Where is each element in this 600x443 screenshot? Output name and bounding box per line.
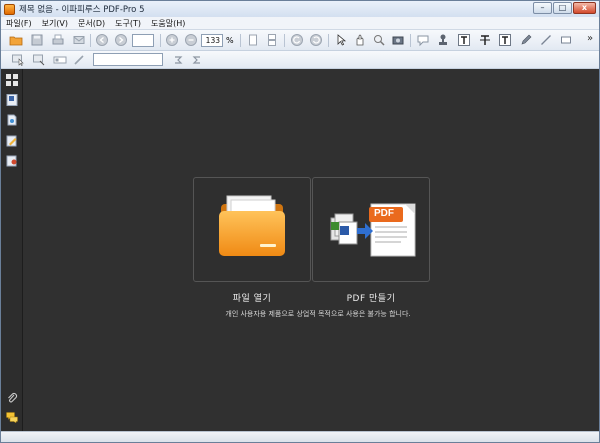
toolbar-overflow-button[interactable]: »: [587, 33, 593, 44]
link-tool-icon[interactable]: [72, 53, 86, 67]
folder-icon: [219, 195, 285, 256]
snapshot-icon[interactable]: [391, 33, 405, 47]
form-edit-icon[interactable]: [32, 53, 46, 67]
search-previous-icon[interactable]: [171, 53, 185, 67]
workspace: 파일 열기 PDF PDF 만들기 개인 사용자용 제품으로 상업적 목적으로 …: [23, 69, 599, 431]
open-file-card[interactable]: [193, 177, 311, 282]
layers-icon[interactable]: [6, 155, 18, 167]
window-title: 제목 없음 - 이파피루스 PDF-Pro 5: [19, 5, 145, 15]
create-pdf-card[interactable]: PDF: [312, 177, 430, 282]
main-toolbar: 133 % »: [1, 30, 599, 51]
search-field[interactable]: [93, 53, 163, 66]
comments-icon[interactable]: [6, 411, 18, 423]
minimize-icon: –: [540, 3, 545, 12]
rectangle-tool-icon[interactable]: [559, 33, 573, 47]
minimize-button[interactable]: –: [533, 2, 552, 14]
marquee-zoom-icon[interactable]: [372, 33, 386, 47]
note-icon[interactable]: [416, 33, 430, 47]
maximize-icon: □: [558, 3, 567, 12]
stamp-icon[interactable]: [436, 33, 450, 47]
menu-file[interactable]: 파일(F): [1, 18, 37, 29]
page-number-field[interactable]: [132, 34, 154, 47]
pdf-badge-label: PDF: [374, 208, 394, 219]
maximize-button[interactable]: □: [553, 2, 572, 14]
menu-view[interactable]: 보기(V): [37, 18, 73, 29]
license-notice: 개인 사용자용 제품으로 상업적 목적으로 사용은 불가능 합니다.: [225, 310, 411, 318]
close-button[interactable]: x: [573, 2, 596, 14]
open-file-label[interactable]: 파일 열기: [193, 291, 311, 304]
status-bar: [1, 431, 599, 442]
open-folder-icon[interactable]: [9, 33, 23, 47]
form-select-icon[interactable]: [11, 53, 25, 67]
bookmarks-icon[interactable]: [6, 94, 18, 106]
zoom-in-icon[interactable]: [165, 33, 179, 47]
app-icon[interactable]: [4, 3, 15, 15]
search-next-icon[interactable]: [190, 53, 204, 67]
print-icon[interactable]: [51, 33, 65, 47]
save-icon[interactable]: [30, 33, 44, 47]
form-field-icon[interactable]: [53, 53, 67, 67]
close-icon: x: [581, 3, 588, 12]
zoom-out-icon[interactable]: [184, 33, 198, 47]
secondary-toolbar: [1, 51, 599, 69]
create-pdf-icon: [330, 203, 416, 257]
typewriter-text-icon[interactable]: [498, 33, 512, 47]
rotate-right-icon[interactable]: [309, 33, 323, 47]
previous-page-icon[interactable]: [95, 33, 109, 47]
single-page-icon[interactable]: [246, 33, 260, 47]
text-box-icon[interactable]: [457, 33, 471, 47]
attachments-list-icon[interactable]: [6, 114, 18, 126]
application-window: 제목 없음 - 이파피루스 PDF-Pro 5 – □ x 파일(F) 보기(V…: [0, 0, 600, 443]
menu-bar: 파일(F) 보기(V) 문서(D) 도구(T) 도움말(H): [1, 17, 599, 30]
window-controls: – □ x: [533, 2, 596, 14]
thumbnails-icon[interactable]: [6, 74, 18, 86]
title-bar: 제목 없음 - 이파피루스 PDF-Pro 5 – □ x: [1, 1, 599, 17]
continuous-page-icon[interactable]: [265, 33, 279, 47]
zoom-level-field[interactable]: 133: [201, 34, 223, 47]
rotate-left-icon[interactable]: [290, 33, 304, 47]
highlight-pen-icon[interactable]: [519, 33, 533, 47]
select-cursor-icon[interactable]: [334, 33, 348, 47]
menu-document[interactable]: 문서(D): [73, 18, 110, 29]
side-panel: [1, 69, 23, 431]
hand-tool-icon[interactable]: [353, 33, 367, 47]
paperclip-icon[interactable]: [6, 392, 18, 404]
menu-tools[interactable]: 도구(T): [110, 18, 146, 29]
line-tool-icon[interactable]: [539, 33, 553, 47]
next-page-icon[interactable]: [114, 33, 128, 47]
create-pdf-label[interactable]: PDF 만들기: [312, 291, 430, 304]
zoom-percent-label: %: [226, 36, 234, 45]
strikeout-text-icon[interactable]: [478, 33, 492, 47]
signatures-icon[interactable]: [6, 135, 18, 147]
email-icon[interactable]: [72, 33, 86, 47]
menu-help[interactable]: 도움말(H): [146, 18, 190, 29]
